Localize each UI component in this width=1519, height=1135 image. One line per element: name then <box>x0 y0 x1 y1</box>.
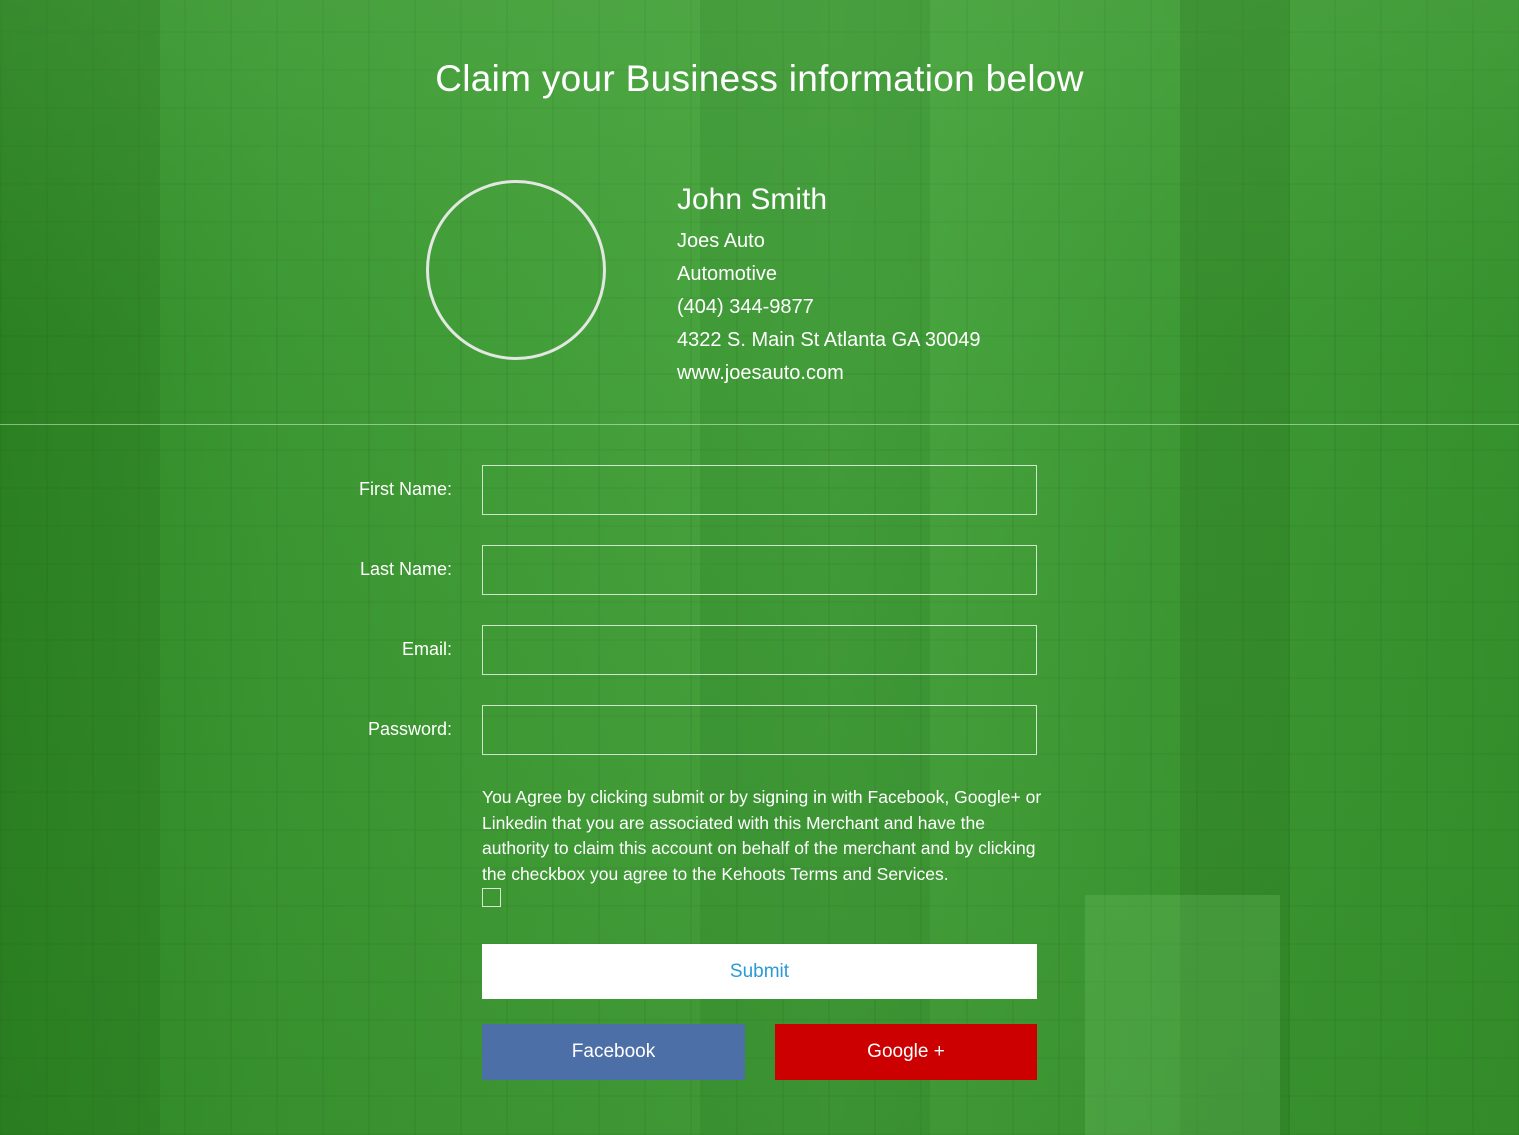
profile-phone: (404) 344-9877 <box>677 296 814 318</box>
first-name-input[interactable] <box>482 465 1037 515</box>
email-input[interactable] <box>482 625 1037 675</box>
password-label: Password: <box>367 719 452 739</box>
avatar <box>426 180 606 360</box>
password-input[interactable] <box>482 705 1037 755</box>
last-name-label: Last Name: <box>359 559 452 579</box>
claim-business-page: Claim your Business information below Jo… <box>0 0 1519 1135</box>
submit-button[interactable]: Submit <box>482 944 1037 999</box>
page-title: Claim your Business information below <box>435 58 1084 99</box>
agreement-checkbox[interactable] <box>482 888 501 907</box>
agreement-text: You Agree by clicking submit or by signi… <box>482 787 1042 884</box>
password-row: Password: <box>0 705 1519 755</box>
last-name-row: Last Name: <box>0 545 1519 595</box>
email-label: Email: <box>401 639 452 659</box>
section-divider <box>0 424 1519 425</box>
google-signin-button[interactable]: Google + <box>775 1024 1037 1080</box>
last-name-input[interactable] <box>482 545 1037 595</box>
facebook-signin-button[interactable]: Facebook <box>482 1024 745 1080</box>
business-profile: John Smith Joes Auto Automotive (404) 34… <box>677 183 981 390</box>
profile-address: 4322 S. Main St Atlanta GA 30049 <box>677 329 981 351</box>
profile-website: www.joesauto.com <box>677 362 844 384</box>
email-row: Email: <box>0 625 1519 675</box>
profile-name: John Smith <box>677 183 828 216</box>
profile-business: Joes Auto <box>677 230 765 252</box>
first-name-label: First Name: <box>358 479 452 499</box>
profile-category: Automotive <box>677 263 778 285</box>
first-name-row: First Name: <box>0 465 1519 515</box>
